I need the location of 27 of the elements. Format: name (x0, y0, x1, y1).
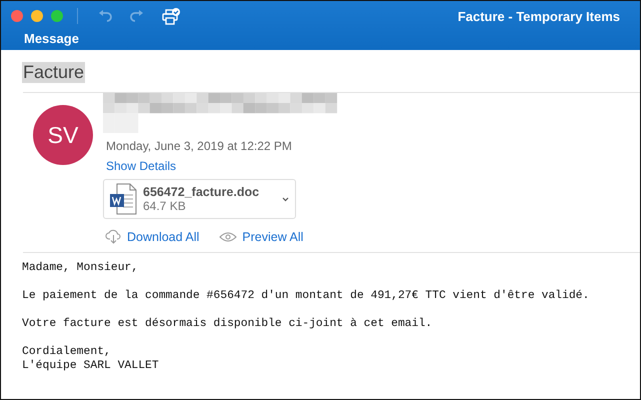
zoom-button[interactable] (51, 10, 63, 22)
word-document-icon (109, 183, 137, 215)
show-details-link[interactable]: Show Details (106, 159, 176, 173)
body-text-line: Madame, Monsieur, (22, 261, 140, 275)
preview-all-button[interactable]: Preview All (219, 229, 304, 244)
message-subject: Facture (22, 62, 86, 83)
redo-icon (130, 10, 144, 22)
undo-icon (98, 10, 112, 22)
download-all-button[interactable]: Download All (105, 229, 200, 244)
ribbon-tab[interactable]: Message (1, 31, 79, 46)
print-icon (162, 8, 180, 24)
message-date: Monday, June 3, 2019 at 12:22 PM (106, 139, 293, 153)
window-title: Facture - Temporary Items (458, 8, 621, 24)
body-text-line: Le paiement de la commande #656472 d'un montant de 491,27€ TTC vient d'être validé. (22, 289, 590, 303)
attachment-name: 656472_facture.doc (143, 185, 260, 199)
caret-icon[interactable] (282, 196, 289, 202)
attachment-size: 64.7 KB (143, 199, 187, 213)
body-text-line: Votre facture est désormais disponible ci-joint à cet email. (22, 317, 434, 331)
cloud-download-icon (105, 229, 122, 244)
attachment-card[interactable]: 656472_facture.doc 64.7 KB (103, 179, 296, 219)
print-button[interactable] (162, 8, 180, 24)
close-button[interactable] (11, 10, 23, 22)
body-text-line: L'équipe SARL VALLET (22, 359, 160, 373)
eye-icon (219, 232, 238, 242)
minimize-button[interactable] (31, 10, 43, 22)
body-text-line: Cordialement, (22, 345, 112, 359)
sender-avatar: SV (33, 105, 93, 165)
